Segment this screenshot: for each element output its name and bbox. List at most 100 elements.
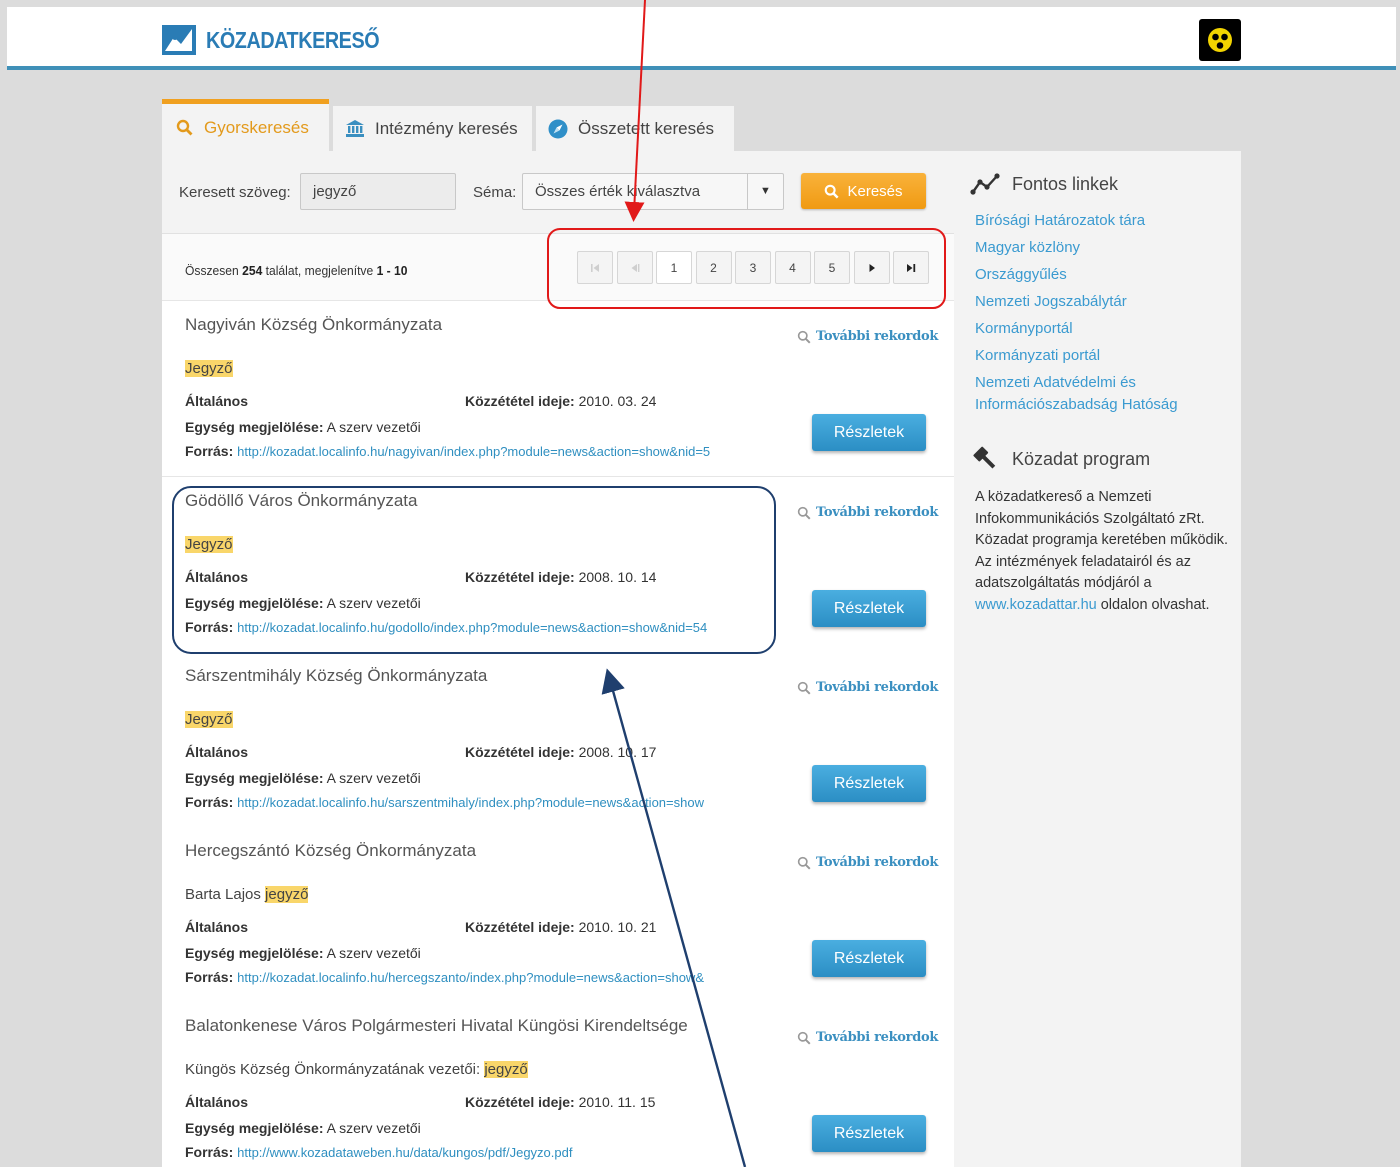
more-records-link[interactable]: További rekordok <box>797 680 938 695</box>
sidebar-link-data-protection-cont[interactable]: Információszabadság Hatóság <box>975 394 1178 416</box>
search-icon <box>797 330 811 343</box>
accessibility-button[interactable] <box>1199 19 1241 61</box>
details-button[interactable]: Részletek <box>812 590 926 627</box>
results-summary-row: Összesen 2 54 találat, megjelenítve 1 - 1… <box>162 234 954 301</box>
result-source-link[interactable]: http://kozadat.localinfo.hu/hercegszanto… <box>237 970 704 985</box>
logo-text: KÖZADATKERESŐ <box>206 26 380 53</box>
search-icon <box>797 506 811 519</box>
sidebar-link-gazette[interactable]: Magyar közlöny <box>975 237 1178 259</box>
next-page-icon[interactable] <box>853 251 890 284</box>
result-source-link[interactable]: http://kozadat.localinfo.hu/nagyivan/ind… <box>237 444 710 459</box>
result-description-text: Küngös Község Önkormányzatának vezetői: <box>185 1061 485 1078</box>
sidebar-link-parliament[interactable]: Országgyűlés <box>975 264 1178 286</box>
more-records-label: További rekordok <box>816 680 939 695</box>
result-date-value: 2008. 10. 17 <box>578 744 657 760</box>
result-source-label: Forrás: <box>185 1144 234 1160</box>
result-source-link[interactable]: http://kozadat.localinfo.hu/sarszentmiha… <box>237 795 704 810</box>
result-title[interactable]: Balatonkenese Város Polgármesteri Hivata… <box>185 1016 688 1036</box>
result-source-link[interactable]: http://www.kozadataweben.hu/data/kungos/… <box>237 1145 572 1160</box>
result-date-label: Közzététel ideje: <box>465 919 575 935</box>
result-title[interactable]: Nagyiván Község Önkormányzata <box>185 315 442 335</box>
result-source: Forrás: http://kozadat.localinfo.hu/nagy… <box>185 443 760 459</box>
page-button-2[interactable]: 2 <box>695 251 732 284</box>
public-data-program-text: A közadatkereső a Nemzeti Infokommunikác… <box>975 487 1230 617</box>
result-item: Sárszentmihály Község Önkormányzata Jegy… <box>162 652 954 828</box>
first-page-icon[interactable] <box>577 251 613 284</box>
result-source-label: Forrás: <box>185 794 234 810</box>
sidebar: Fontos linkek Bírósági Határozatok tára … <box>954 151 1241 1167</box>
result-date: Közzététel ideje: 2010. 10. 21 <box>465 919 656 935</box>
result-date-label: Közzététel ideje: <box>465 569 575 585</box>
result-category: Általános <box>185 569 249 585</box>
result-date: Közzététel ideje: 2010. 03. 24 <box>465 393 656 409</box>
search-icon <box>797 1031 811 1044</box>
result-source: Forrás: http://kozadat.localinfo.hu/godo… <box>185 619 760 635</box>
more-records-link[interactable]: További rekordok <box>797 855 938 870</box>
summary-prefix: Összesen <box>185 263 243 278</box>
more-records-link[interactable]: További rekordok <box>797 329 938 344</box>
result-date-label: Közzététel ideje: <box>465 744 575 760</box>
sidebar-link-legislation[interactable]: Nemzeti Jogszabálytár <box>975 291 1178 313</box>
result-description: Jegyző <box>185 360 233 377</box>
more-records-link[interactable]: További rekordok <box>797 1030 938 1045</box>
schema-label: Séma: <box>473 184 517 201</box>
result-unit-value: A szerv vezetői <box>326 595 421 611</box>
tab-label: Gyorskeresés <box>204 117 309 137</box>
search-button[interactable]: Keresés <box>801 173 926 209</box>
important-links-list: Bírósági Határozatok tára Magyar közlöny… <box>975 210 1178 421</box>
sidebar-link-court-decisions[interactable]: Bírósági Határozatok tára <box>975 210 1178 232</box>
result-unit-value: A szerv vezetői <box>326 1120 421 1136</box>
details-button[interactable]: Részletek <box>812 940 926 977</box>
result-source-link[interactable]: http://kozadat.localinfo.hu/godollo/inde… <box>237 620 707 635</box>
details-button[interactable]: Részletek <box>812 414 926 451</box>
result-source: Forrás: http://www.kozadataweben.hu/data… <box>185 1144 760 1160</box>
sidebar-link-governmental-portal[interactable]: Kormányzati portál <box>975 345 1178 367</box>
result-date-value: 2010. 11. 15 <box>578 1094 656 1110</box>
result-category: Általános <box>185 393 249 409</box>
prev-page-icon[interactable] <box>616 251 653 284</box>
tab-institution-search[interactable]: Intézmény keresés <box>333 106 532 151</box>
result-category: Általános <box>185 1094 249 1110</box>
search-input[interactable]: jegyző <box>300 173 456 210</box>
page-button-4[interactable]: 4 <box>774 251 811 284</box>
summary-range: 1 - 10 <box>376 263 408 278</box>
result-item: Gödöllő Város Önkormányzata Jegyző Által… <box>162 477 954 653</box>
pagination: 1 2 3 4 5 <box>577 251 933 284</box>
last-page-icon[interactable] <box>893 251 929 284</box>
trend-line-icon <box>970 171 1000 197</box>
page-button-3[interactable]: 3 <box>735 251 771 284</box>
page-button-1[interactable]: 1 <box>656 251 692 284</box>
result-source-label: Forrás: <box>185 969 234 985</box>
sidebar-link-government-portal[interactable]: Kormányportál <box>975 318 1178 340</box>
result-source-label: Forrás: <box>185 443 234 459</box>
important-links-title: Fontos linkek <box>1012 173 1119 194</box>
details-button[interactable]: Részletek <box>812 1115 926 1152</box>
search-icon <box>797 856 811 869</box>
result-date-label: Közzététel ideje: <box>465 1094 575 1110</box>
result-unit: Egység megjelölése: A szerv vezetői <box>185 770 421 786</box>
details-button[interactable]: Részletek <box>812 765 926 802</box>
page-button-5[interactable]: 5 <box>814 251 850 284</box>
institution-icon <box>345 119 365 139</box>
accessibility-icon <box>1208 28 1232 52</box>
result-title[interactable]: Sárszentmihály Község Önkormányzata <box>185 666 487 686</box>
result-date-value: 2008. 10. 14 <box>578 569 657 585</box>
result-unit-label: Egység megjelölése: <box>185 595 324 611</box>
summary-middle: találat, megjelenítve <box>262 263 377 278</box>
result-highlight: Jegyző <box>185 536 233 553</box>
sidebar-link-data-protection[interactable]: Nemzeti Adatvédelmi és <box>975 372 1178 394</box>
tab-quick-search[interactable]: Gyorskeresés <box>162 99 329 151</box>
result-date: Közzététel ideje: 2008. 10. 17 <box>465 744 656 760</box>
logo[interactable]: KÖZADATKERESŐ <box>162 25 407 55</box>
result-title[interactable]: Hercegszántó Község Önkormányzata <box>185 841 476 861</box>
result-source: Forrás: http://kozadat.localinfo.hu/herc… <box>185 969 760 985</box>
kozadattar-link[interactable]: www.kozadattar.hu <box>975 597 1097 613</box>
result-description: Jegyző <box>185 536 233 553</box>
result-title[interactable]: Gödöllő Város Önkormányzata <box>185 491 417 511</box>
more-records-link[interactable]: További rekordok <box>797 505 938 520</box>
tab-advanced-search[interactable]: Összetett keresés <box>536 106 734 151</box>
result-date: Közzététel ideje: 2010. 11. 15 <box>465 1094 655 1110</box>
chevron-down-icon[interactable]: ▼ <box>747 174 783 209</box>
schema-select[interactable]: Összes érték kiválasztva ▼ <box>522 173 784 210</box>
search-button-label: Keresés <box>847 182 903 200</box>
